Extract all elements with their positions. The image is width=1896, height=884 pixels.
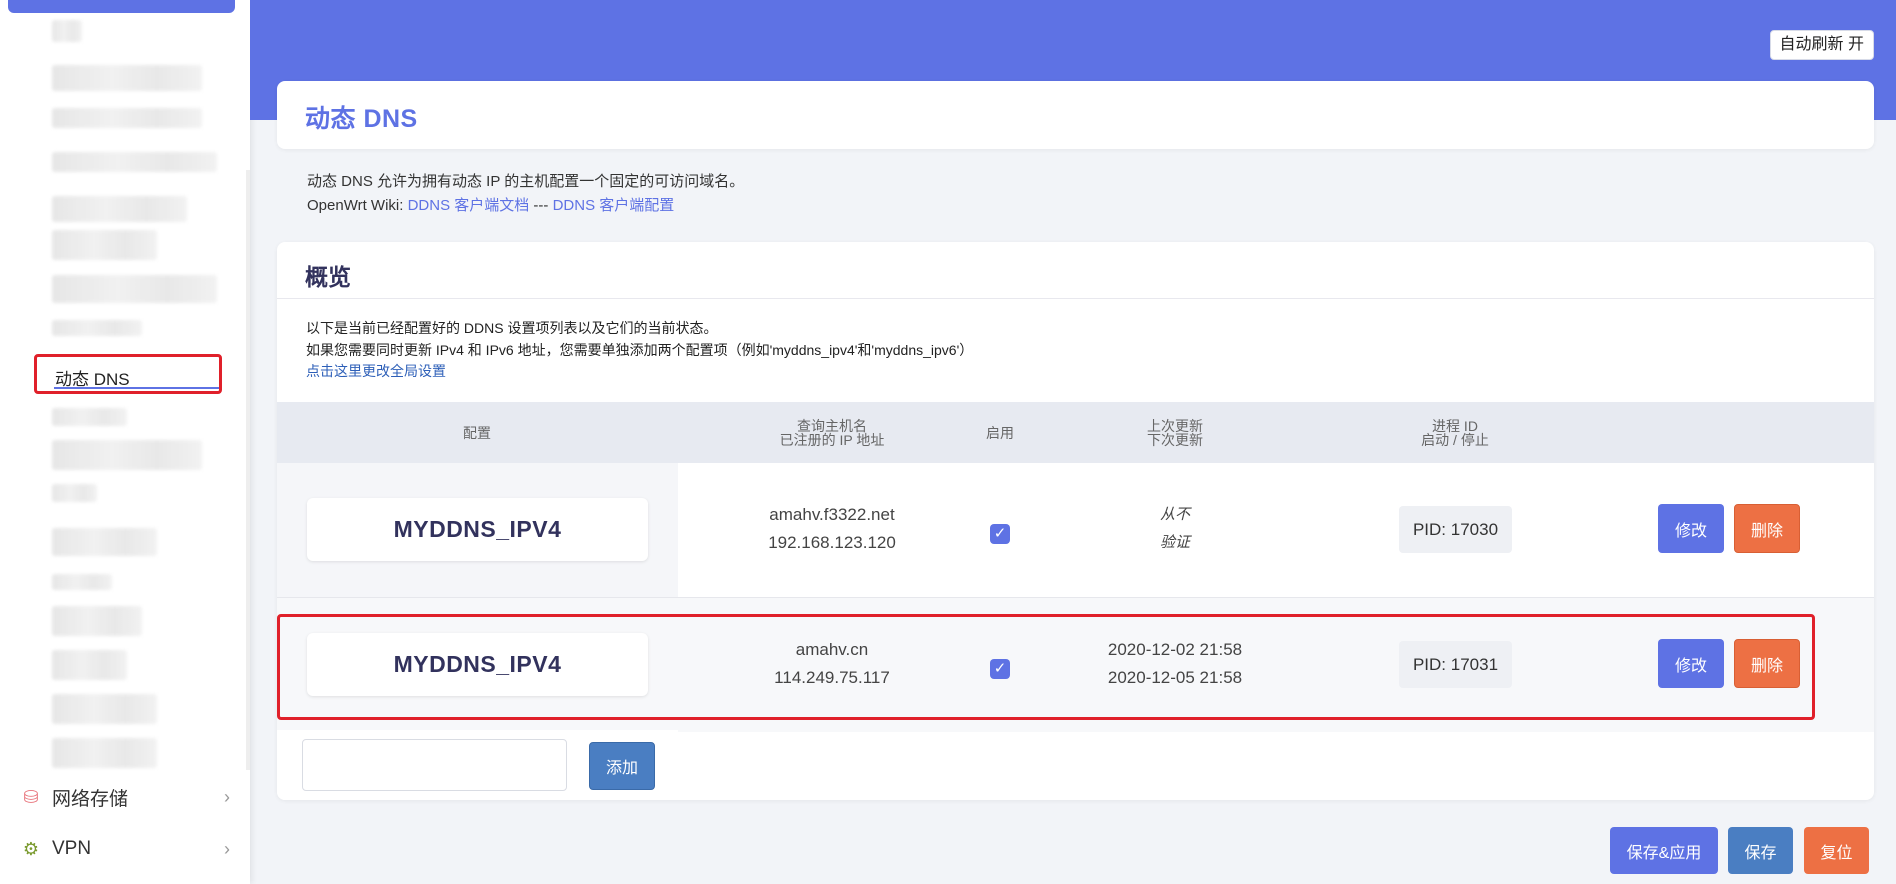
sidebar-item-blurred[interactable] bbox=[52, 650, 127, 680]
active-underline bbox=[54, 387, 219, 389]
last-update: 从不 bbox=[1159, 506, 1190, 523]
wiki-prefix: OpenWrt Wiki: bbox=[307, 197, 408, 214]
next-update: 2020-12-05 21:58 bbox=[1107, 668, 1243, 687]
overview-title: 概览 bbox=[305, 264, 351, 290]
sidebar-item-blurred[interactable] bbox=[52, 694, 157, 724]
sidebar-section-vpn[interactable]: ⚙ VPN › bbox=[20, 834, 230, 864]
pid-start-stop-button[interactable]: PID: 17030 bbox=[1399, 506, 1512, 553]
header-update-2: 下次更新 bbox=[1147, 432, 1203, 448]
overview-line: 以下是当前已经配置好的 DDNS 设置项列表以及它们的当前状态。 bbox=[306, 320, 718, 336]
sidebar-item-blurred[interactable] bbox=[52, 230, 157, 260]
host-cell: amahv.f3322.net 192.168.123.120 bbox=[712, 501, 952, 557]
edit-button[interactable]: 修改 bbox=[1658, 639, 1724, 688]
config-name: MYDDNS_IPV4 bbox=[307, 633, 648, 696]
lookup-host: amahv.f3322.net bbox=[769, 505, 895, 524]
update-cell: 从不 验证 bbox=[1087, 501, 1263, 557]
sidebar-item-blurred[interactable] bbox=[52, 196, 187, 222]
sidebar-item-blurred[interactable] bbox=[52, 484, 97, 502]
sidebar-item-blurred[interactable] bbox=[52, 65, 202, 91]
page-title: 动态 DNS bbox=[305, 105, 418, 133]
auto-refresh-toggle[interactable]: 自动刷新 开 bbox=[1769, 30, 1874, 60]
sidebar-item-blurred[interactable] bbox=[52, 152, 217, 172]
header-enabled: 启用 bbox=[986, 425, 1014, 441]
sidebar-item-blurred[interactable] bbox=[52, 528, 157, 556]
sidebar-item-blurred[interactable] bbox=[52, 275, 217, 303]
table-row: MYDDNS_IPV4 amahv.cn 114.249.75.117 ✓ 20… bbox=[277, 597, 1874, 732]
sidebar: 动态 DNS ⛁ 网络存储 › ⚙ VPN › bbox=[0, 0, 250, 884]
ddns-client-docs-link[interactable]: DDNS 客户端文档 bbox=[408, 197, 530, 214]
divider bbox=[277, 298, 1874, 299]
save-apply-button[interactable]: 保存&应用 bbox=[1610, 827, 1718, 874]
sidebar-section-storage[interactable]: ⛁ 网络存储 › bbox=[20, 782, 230, 812]
header-host-1: 查询主机名 bbox=[797, 418, 867, 434]
add-button[interactable]: 添加 bbox=[589, 742, 655, 790]
sidebar-item-blurred[interactable] bbox=[52, 20, 82, 42]
header-update-1: 上次更新 bbox=[1147, 418, 1203, 434]
overview-description: 以下是当前已经配置好的 DDNS 设置项列表以及它们的当前状态。 如果您需要同时… bbox=[306, 318, 973, 383]
delete-button[interactable]: 删除 bbox=[1734, 504, 1800, 553]
update-cell: 2020-12-02 21:58 2020-12-05 21:58 bbox=[1087, 636, 1263, 692]
next-update: 验证 bbox=[1159, 534, 1190, 551]
header-host-2: 已注册的 IP 地址 bbox=[779, 432, 885, 448]
sidebar-section-label: 网络存储 bbox=[52, 788, 129, 810]
page-description: 动态 DNS 允许为拥有动态 IP 的主机配置一个固定的可访问域名。 OpenW… bbox=[307, 170, 744, 218]
chevron-right-icon: › bbox=[224, 786, 230, 807]
sidebar-item-blurred[interactable] bbox=[52, 320, 142, 336]
overview-card: 概览 以下是当前已经配置好的 DDNS 设置项列表以及它们的当前状态。 如果您需… bbox=[277, 242, 1874, 800]
sidebar-item-ddns[interactable]: 动态 DNS bbox=[34, 354, 222, 394]
table-header: 配置 查询主机名 已注册的 IP 地址 启用 上次更新 下次更新 进程 ID 启… bbox=[277, 402, 1874, 463]
config-name: MYDDNS_IPV4 bbox=[307, 498, 648, 561]
edit-button[interactable]: 修改 bbox=[1658, 504, 1724, 553]
lookup-host: amahv.cn bbox=[795, 640, 869, 659]
sidebar-item-blurred[interactable] bbox=[52, 738, 157, 768]
database-icon: ⛁ bbox=[23, 786, 39, 807]
reset-button[interactable]: 复位 bbox=[1804, 827, 1869, 874]
header-pid-1: 进程 ID bbox=[1432, 418, 1478, 434]
global-settings-link[interactable]: 点击这里更改全局设置 bbox=[306, 363, 446, 379]
new-config-name-input[interactable] bbox=[302, 739, 567, 791]
last-update: 2020-12-02 21:58 bbox=[1107, 640, 1243, 659]
host-cell: amahv.cn 114.249.75.117 bbox=[712, 636, 952, 692]
sidebar-item-blurred[interactable] bbox=[52, 606, 142, 636]
enabled-checkbox[interactable]: ✓ bbox=[990, 659, 1010, 679]
sidebar-item-blurred[interactable] bbox=[52, 408, 127, 426]
page-title-card: 动态 DNS bbox=[277, 81, 1874, 149]
sidebar-section-label: VPN bbox=[52, 838, 92, 859]
overview-line: 如果您需要同时更新 IPv4 和 IPv6 地址，您需要单独添加两个配置项（例如… bbox=[306, 341, 974, 358]
sidebar-top-active-pill[interactable] bbox=[8, 0, 235, 13]
sidebar-item-blurred[interactable] bbox=[52, 574, 112, 590]
sidebar-scrollbar[interactable] bbox=[246, 170, 250, 770]
header-config: 配置 bbox=[463, 425, 491, 441]
wiki-line: OpenWrt Wiki: DDNS 客户端文档 --- DDNS 客户端配置 bbox=[307, 194, 744, 218]
enabled-checkbox[interactable]: ✓ bbox=[990, 524, 1010, 544]
wiki-separator: --- bbox=[529, 197, 553, 214]
sidebar-item-blurred[interactable] bbox=[52, 108, 202, 128]
chevron-right-icon: › bbox=[224, 838, 230, 859]
table-row: MYDDNS_IPV4 amahv.f3322.net 192.168.123.… bbox=[277, 463, 1874, 597]
ddns-client-config-link[interactable]: DDNS 客户端配置 bbox=[553, 197, 675, 214]
description-line: 动态 DNS 允许为拥有动态 IP 的主机配置一个固定的可访问域名。 bbox=[307, 173, 745, 190]
registered-ip: 192.168.123.120 bbox=[768, 533, 896, 552]
registered-ip: 114.249.75.117 bbox=[774, 668, 890, 687]
globe-gear-icon: ⚙ bbox=[22, 838, 40, 859]
header-pid-2: 启动 / 停止 bbox=[1421, 432, 1489, 448]
save-button[interactable]: 保存 bbox=[1728, 827, 1793, 874]
delete-button[interactable]: 删除 bbox=[1734, 639, 1800, 688]
sidebar-item-blurred[interactable] bbox=[52, 440, 202, 470]
pid-start-stop-button[interactable]: PID: 17031 bbox=[1399, 641, 1512, 688]
